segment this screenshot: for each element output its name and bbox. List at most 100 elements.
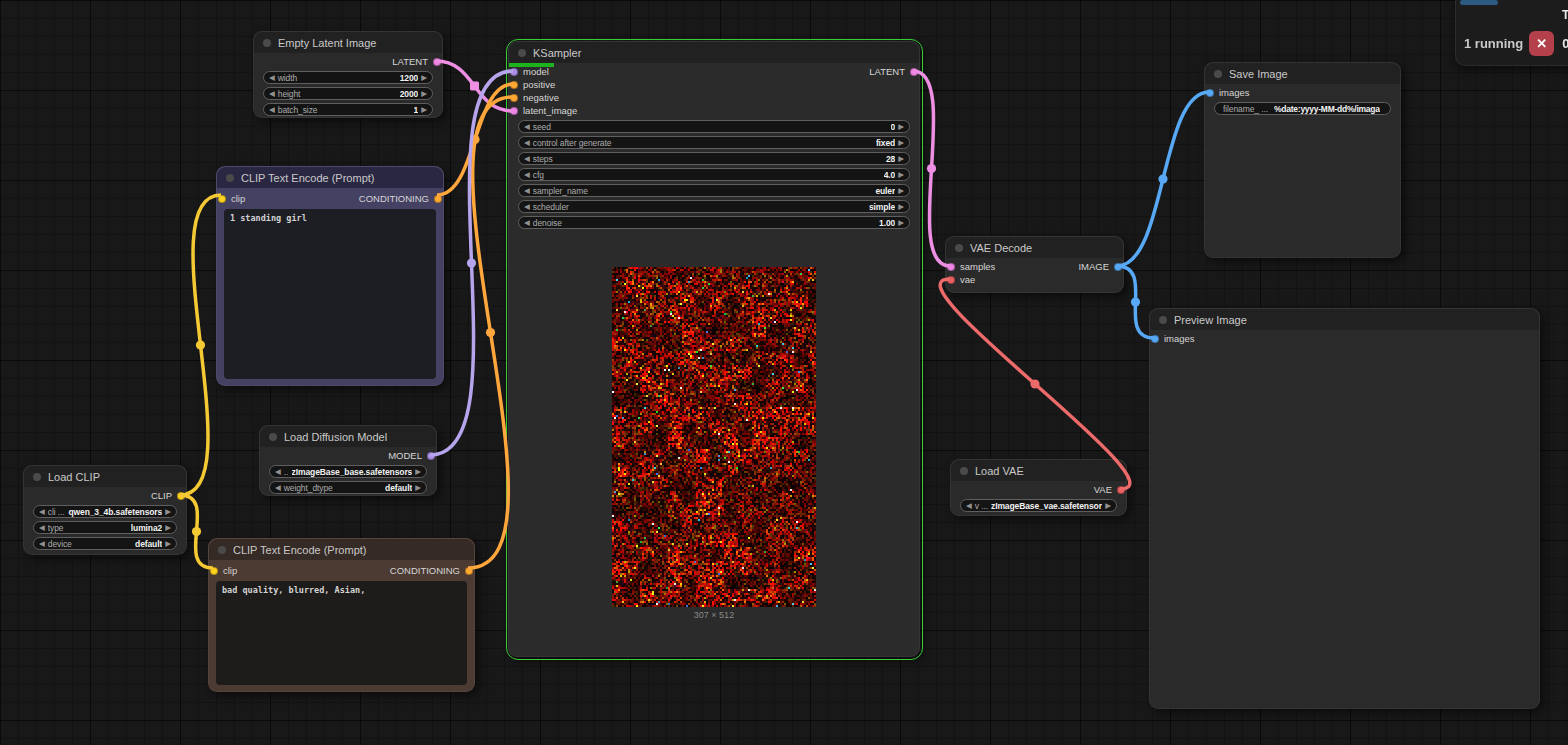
MODEL-output-port[interactable] (427, 452, 435, 460)
collapse-dot-icon[interactable] (263, 39, 271, 47)
collapse-dot-icon[interactable] (218, 546, 226, 554)
node-preview-image[interactable]: Preview Imageimages (1149, 308, 1540, 709)
widget-weight-dtype[interactable]: ◀weight_dtypedefault▶ (269, 481, 427, 494)
node-clip-text-encode-positive[interactable]: CLIP Text Encode (Prompt)clipCONDITIONIN… (216, 166, 444, 386)
CONDITIONING-output-port[interactable] (465, 567, 473, 575)
decrement-arrow-icon[interactable]: ◀ (269, 74, 275, 82)
increment-arrow-icon[interactable]: ▶ (421, 74, 427, 82)
widget-cli-[interactable]: ◀cli ...qwen_3_4b.safetensors▶ (33, 505, 177, 518)
increment-arrow-icon[interactable]: ▶ (165, 508, 171, 516)
widget-batch-size[interactable]: ◀batch_size1▶ (263, 103, 433, 116)
node-load-clip[interactable]: Load CLIPCLIP◀cli ...qwen_3_4b.safetenso… (23, 465, 187, 555)
VAE-output-port[interactable] (1117, 486, 1125, 494)
link-negative-conditioning-to-ksampler[interactable] (468, 97, 513, 568)
link-image-to-save-image[interactable] (1117, 92, 1209, 266)
CONDITIONING-output-port[interactable] (434, 195, 442, 203)
increment-arrow-icon[interactable]: ▶ (165, 524, 171, 532)
link-clip-to-positive-encode[interactable] (180, 195, 221, 495)
collapse-dot-icon[interactable] (33, 473, 41, 481)
widget-type[interactable]: ◀typelumina2▶ (33, 521, 177, 534)
collapse-dot-icon[interactable] (955, 244, 963, 252)
increment-arrow-icon[interactable]: ▶ (1105, 502, 1111, 510)
collapse-dot-icon[interactable] (960, 467, 968, 475)
link-midpoint-clip-to-positive-encode[interactable] (196, 340, 205, 349)
link-midpoint-clip-to-negative-encode[interactable] (192, 527, 201, 536)
widget-height[interactable]: ◀height2000▶ (263, 87, 433, 100)
decrement-arrow-icon[interactable]: ◀ (269, 106, 275, 114)
positive-input-port[interactable] (510, 81, 518, 89)
increment-arrow-icon[interactable]: ▶ (898, 171, 904, 179)
decrement-arrow-icon[interactable]: ◀ (966, 502, 972, 510)
node-header[interactable]: CLIP Text Encode (Prompt) (209, 539, 474, 560)
decrement-arrow-icon[interactable]: ◀ (524, 219, 530, 227)
widget-denoise[interactable]: ◀denoise1.00▶ (518, 216, 910, 229)
decrement-arrow-icon[interactable]: ◀ (39, 508, 45, 516)
widget-seed[interactable]: ◀seed0▶ (518, 120, 910, 133)
link-positive-conditioning-to-ksampler[interactable] (437, 84, 513, 195)
widget-device[interactable]: ◀devicedefault▶ (33, 537, 177, 550)
node-header[interactable]: CLIP Text Encode (Prompt) (217, 167, 443, 188)
cancel-queue-button[interactable]: ✕ (1529, 31, 1554, 56)
node-header[interactable]: KSampler (509, 42, 919, 63)
collapse-dot-icon[interactable] (518, 49, 526, 57)
node-header[interactable]: VAE Decode (946, 237, 1123, 258)
widget-cfg[interactable]: ◀cfg4.0▶ (518, 168, 910, 181)
widget-width[interactable]: ◀width1200▶ (263, 71, 433, 84)
collapse-dot-icon[interactable] (226, 174, 234, 182)
increment-arrow-icon[interactable]: ▶ (898, 155, 904, 163)
link-midpoint-positive-conditioning-to-ksampler[interactable] (470, 135, 479, 144)
collapse-dot-icon[interactable] (1159, 316, 1167, 324)
CLIP-output-port[interactable] (177, 492, 185, 500)
widget-steps[interactable]: ◀steps28▶ (518, 152, 910, 165)
IMAGE-output-port[interactable] (1114, 263, 1122, 271)
images-input-port[interactable] (1206, 89, 1214, 97)
node-clip-text-encode-negative[interactable]: CLIP Text Encode (Prompt)clipCONDITIONIN… (208, 538, 475, 692)
prompt-textarea[interactable]: 1 standing girl (224, 209, 436, 379)
node-header[interactable]: Preview Image (1150, 309, 1539, 330)
latent_image-input-port[interactable] (510, 107, 518, 115)
decrement-arrow-icon[interactable]: ◀ (39, 524, 45, 532)
increment-arrow-icon[interactable]: ▶ (421, 106, 427, 114)
node-load-vae[interactable]: Load VAEVAE◀v ...zImageBase_vae.safetens… (950, 459, 1127, 516)
decrement-arrow-icon[interactable]: ◀ (275, 468, 281, 476)
node-header[interactable]: Empty Latent Image (254, 32, 442, 53)
link-midpoint-image-to-preview-image[interactable] (1131, 297, 1140, 306)
link-midpoint-model-to-ksampler[interactable] (467, 258, 476, 267)
link-midpoint-latent-to-ksampler[interactable] (470, 82, 479, 91)
increment-arrow-icon[interactable]: ▶ (898, 123, 904, 131)
link-midpoint-vae-to-vae-decode[interactable] (1030, 379, 1039, 388)
decrement-arrow-icon[interactable]: ◀ (275, 484, 281, 492)
decrement-arrow-icon[interactable]: ◀ (524, 171, 530, 179)
widget--[interactable]: ◀..zImageBase_base.safetensors▶ (269, 465, 427, 478)
node-save-image[interactable]: Save Imageimagesfilename_ ...%date:yyyy-… (1204, 62, 1401, 258)
decrement-arrow-icon[interactable]: ◀ (39, 540, 45, 548)
model-input-port[interactable] (510, 68, 518, 76)
link-midpoint-negative-conditioning-to-ksampler[interactable] (486, 328, 495, 337)
decrement-arrow-icon[interactable]: ◀ (524, 203, 530, 211)
widget-v-[interactable]: ◀v ...zImageBase_vae.safetensors▶ (960, 499, 1117, 512)
widget-scheduler[interactable]: ◀schedulersimple▶ (518, 200, 910, 213)
increment-arrow-icon[interactable]: ▶ (898, 219, 904, 227)
widget-filename-[interactable]: filename_ ...%date:yyyy-MM-dd%/imaga (1214, 102, 1391, 115)
increment-arrow-icon[interactable]: ▶ (165, 540, 171, 548)
decrement-arrow-icon[interactable]: ◀ (524, 123, 530, 131)
LATENT-output-port[interactable] (910, 68, 918, 76)
collapse-dot-icon[interactable] (269, 433, 277, 441)
node-header[interactable]: Load VAE (951, 460, 1126, 481)
node-ksampler[interactable]: KSamplermodelLATENTpositivenegativelaten… (508, 41, 920, 657)
vae-input-port[interactable] (947, 276, 955, 284)
LATENT-output-port[interactable] (433, 58, 441, 66)
node-header[interactable]: Save Image (1205, 63, 1400, 84)
increment-arrow-icon[interactable]: ▶ (415, 484, 421, 492)
decrement-arrow-icon[interactable]: ◀ (524, 139, 530, 147)
link-midpoint-ksampler-latent-to-vae-decode[interactable] (927, 164, 936, 173)
prompt-textarea[interactable]: bad quality, blurred, Asian, (216, 581, 467, 685)
images-input-port[interactable] (1151, 335, 1159, 343)
increment-arrow-icon[interactable]: ▶ (898, 139, 904, 147)
increment-arrow-icon[interactable]: ▶ (421, 90, 427, 98)
node-vae-decode[interactable]: VAE DecodesamplesIMAGEvae (945, 236, 1124, 293)
decrement-arrow-icon[interactable]: ◀ (269, 90, 275, 98)
increment-arrow-icon[interactable]: ▶ (415, 468, 421, 476)
node-empty-latent-image[interactable]: Empty Latent ImageLATENT◀width1200▶◀heig… (253, 31, 443, 118)
link-vae-to-vae-decode[interactable] (940, 279, 1130, 489)
